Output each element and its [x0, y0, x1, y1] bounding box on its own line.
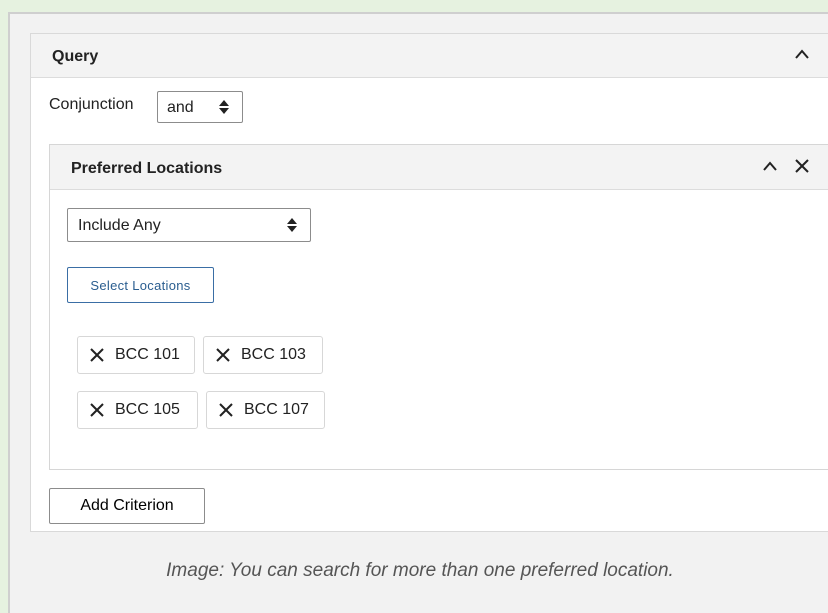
include-mode-select[interactable]: Include Any — [67, 208, 311, 242]
chevron-up-icon[interactable] — [761, 158, 779, 176]
preferred-locations-panel: Preferred Locations Include Any Select L… — [49, 144, 828, 470]
location-chip[interactable]: BCC 103 — [203, 336, 323, 374]
query-panel: Query Conjunction and Preferred Location… — [30, 33, 828, 532]
query-title: Query — [52, 48, 99, 65]
location-chip-label: BCC 107 — [244, 401, 309, 418]
location-chip-label: BCC 103 — [241, 346, 306, 363]
remove-icon[interactable] — [89, 402, 105, 418]
remove-icon[interactable] — [89, 347, 105, 363]
close-icon[interactable] — [793, 157, 811, 175]
conjunction-select[interactable]: and — [157, 91, 243, 123]
query-header: Query — [31, 34, 828, 78]
location-chip-label: BCC 105 — [115, 401, 180, 418]
select-arrows-icon — [287, 218, 297, 232]
preferred-locations-header: Preferred Locations — [50, 145, 828, 190]
content-frame: Query Conjunction and Preferred Location… — [8, 12, 828, 613]
chevron-up-icon[interactable] — [793, 46, 811, 64]
remove-icon[interactable] — [215, 347, 231, 363]
location-chip[interactable]: BCC 101 — [77, 336, 195, 374]
location-chip-label: BCC 101 — [115, 346, 180, 363]
conjunction-label: Conjunction — [49, 96, 134, 113]
add-criterion-button[interactable]: Add Criterion — [49, 488, 205, 524]
image-caption: Image: You can search for more than one … — [166, 560, 674, 581]
remove-icon[interactable] — [218, 402, 234, 418]
include-mode-value: Include Any — [78, 217, 161, 234]
preferred-locations-title: Preferred Locations — [71, 160, 223, 177]
location-chip[interactable]: BCC 105 — [77, 391, 198, 429]
select-locations-button[interactable]: Select Locations — [67, 267, 214, 303]
location-chip[interactable]: BCC 107 — [206, 391, 325, 429]
conjunction-value: and — [167, 99, 194, 116]
select-arrows-icon — [219, 100, 229, 114]
